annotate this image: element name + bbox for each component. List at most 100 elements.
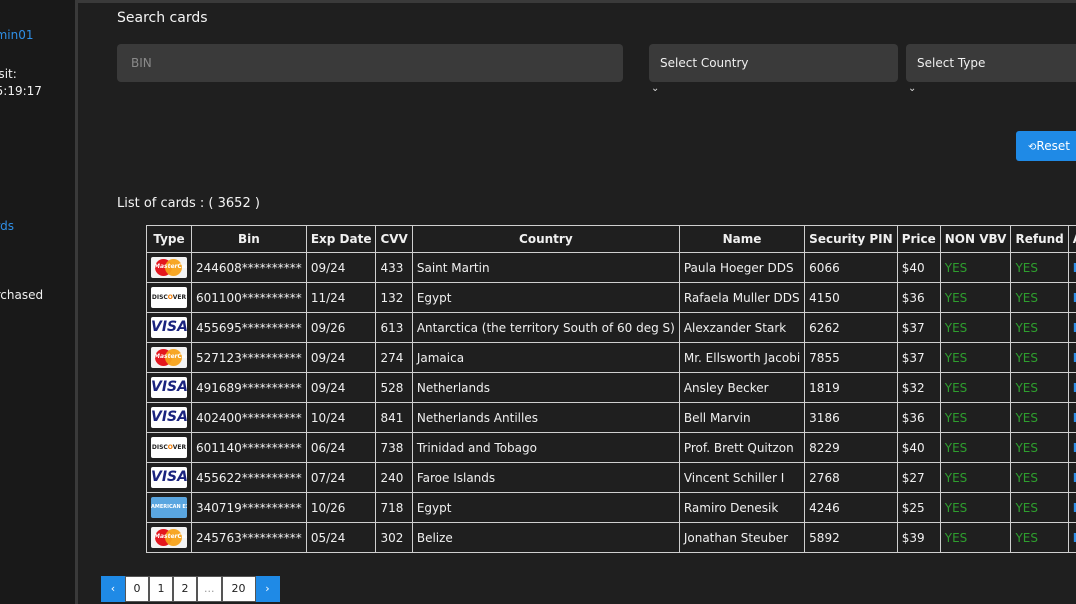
country-select[interactable]: Select Country — [649, 44, 898, 82]
card-price: $27 — [896, 462, 941, 493]
table-row: DISCOVER 601100********** 11/24 132 Egypt Raf… — [146, 282, 1076, 313]
page-button[interactable]: 0 — [125, 576, 149, 602]
card-bin: 527123********** — [191, 342, 307, 373]
card-bin: 340719********** — [191, 492, 307, 523]
buy-button[interactable]: Buy & — [1067, 462, 1076, 493]
column-header: NON VBV — [939, 225, 1012, 253]
card-country: Netherlands — [411, 372, 680, 403]
buy-button[interactable]: Buy & — [1067, 372, 1076, 403]
card-cvv: 613 — [375, 312, 413, 343]
buy-button[interactable]: Buy & — [1067, 312, 1076, 343]
table-row: VISA 455695********** 09/26 613 Antarctica (… — [146, 312, 1076, 343]
card-exp-date: 09/24 — [305, 252, 377, 283]
card-holder-name: Paula Hoeger DDS — [678, 252, 806, 283]
mastercard-logo-icon: MasterCard — [151, 527, 187, 548]
buy-button[interactable]: Buy & — [1067, 402, 1076, 433]
list-title: List of cards : ( 3652 ) — [117, 196, 260, 211]
card-price: $40 — [896, 252, 941, 283]
card-holder-name: Rafaela Muller DDS — [678, 282, 806, 313]
sidebar-username[interactable]: dmin01 — [0, 28, 34, 42]
chevron-down-icon: ⌄ — [651, 83, 660, 94]
visa-logo-icon: VISA — [151, 467, 187, 488]
card-refund: YES — [1010, 522, 1069, 553]
buy-button[interactable]: Buy & — [1067, 342, 1076, 373]
card-bin: 601140********** — [191, 432, 307, 463]
search-title: Search cards — [117, 10, 208, 26]
table-row: VISA 455622********** 07/24 240 Faroe Island… — [146, 462, 1076, 493]
discover-logo-icon: DISCOVER — [151, 437, 187, 458]
column-header: CVV — [375, 225, 413, 253]
buy-button[interactable]: Buy & — [1067, 492, 1076, 523]
card-refund: YES — [1010, 252, 1069, 283]
page-button[interactable]: 20 — [221, 576, 256, 602]
card-cvv: 132 — [375, 282, 413, 313]
card-type-cell: VISA — [146, 402, 192, 433]
card-security-pin: 1819 — [804, 372, 898, 403]
reset-button[interactable]: ⟲Reset — [1016, 131, 1076, 161]
card-refund: YES — [1010, 462, 1069, 493]
card-bin: 402400********** — [191, 402, 307, 433]
sidebar-item-purchased[interactable]: urchased — [0, 288, 43, 302]
table-header-row: Type Bin Exp Date CVV Country Name Security PI… — [146, 225, 1076, 253]
card-price: $37 — [896, 312, 941, 343]
column-header: Name — [678, 225, 806, 253]
card-holder-name: Vincent Schiller I — [678, 462, 806, 493]
main-content: Search cards Select Country ⌄ Select Typ… — [78, 3, 1076, 604]
sidebar: dmin01 visit: 05:19:17 ards urchased e — [0, 0, 75, 604]
card-nonvbv: YES — [939, 342, 1012, 373]
card-price: $37 — [896, 342, 941, 373]
buy-button[interactable]: Buy & — [1067, 282, 1076, 313]
next-page-button[interactable]: › — [255, 576, 280, 602]
mastercard-logo-icon: MasterCard — [151, 347, 187, 368]
buy-button[interactable]: Buy & — [1067, 252, 1076, 283]
card-country: Faroe Islands — [411, 462, 680, 493]
card-nonvbv: YES — [939, 432, 1012, 463]
card-nonvbv: YES — [939, 372, 1012, 403]
card-type-cell: DISCOVER — [146, 282, 192, 313]
card-cvv: 274 — [375, 342, 413, 373]
table-row: AMERICAN EXPRESS340719**********10/26718… — [146, 492, 1076, 523]
card-cvv: 302 — [375, 522, 413, 553]
card-security-pin: 6066 — [804, 252, 898, 283]
card-type-cell: MasterCard — [146, 252, 192, 283]
card-type-cell: VISA — [146, 312, 192, 343]
card-refund: YES — [1010, 372, 1069, 403]
card-security-pin: 5892 — [804, 522, 898, 553]
chevron-down-icon: ⌄ — [908, 83, 917, 94]
type-select[interactable]: Select Type — [906, 44, 1076, 82]
card-price: $40 — [896, 432, 941, 463]
country-select-label: Select Country — [660, 56, 749, 70]
card-refund: YES — [1010, 312, 1069, 343]
card-price: $25 — [896, 492, 941, 523]
table-body: MasterCard244608**********09/24433Saint … — [146, 252, 1076, 553]
card-type-cell: MasterCard — [146, 342, 192, 373]
card-country: Egypt — [411, 282, 680, 313]
page-button[interactable]: 1 — [149, 576, 173, 602]
card-exp-date: 07/24 — [305, 462, 377, 493]
card-bin: 601100********** — [191, 282, 307, 313]
card-nonvbv: YES — [939, 492, 1012, 523]
discover-logo-icon: DISCOVER — [151, 287, 187, 308]
card-security-pin: 7855 — [804, 342, 898, 373]
sidebar-item-cards[interactable]: ards — [0, 219, 14, 233]
page-button[interactable]: 2 — [173, 576, 197, 602]
card-cvv: 528 — [375, 372, 413, 403]
card-exp-date: 10/24 — [305, 402, 377, 433]
card-security-pin: 2768 — [804, 462, 898, 493]
column-header: Country — [411, 225, 680, 253]
sidebar-visit-time: 05:19:17 — [0, 84, 42, 98]
list-title-prefix: List of cards : ( — [117, 196, 218, 211]
card-exp-date: 05/24 — [305, 522, 377, 553]
card-exp-date: 11/24 — [305, 282, 377, 313]
buy-button[interactable]: Buy & — [1067, 522, 1076, 553]
prev-page-button[interactable]: ‹ — [101, 576, 125, 602]
card-bin: 244608********** — [191, 252, 307, 283]
column-header: Type — [146, 225, 192, 253]
buy-button[interactable]: Buy & — [1067, 432, 1076, 463]
card-holder-name: Ansley Becker — [678, 372, 806, 403]
card-type-cell: AMERICAN EXPRESS — [146, 492, 192, 523]
pagination: ‹ 0 1 2 ... 20 › — [101, 576, 280, 602]
card-price: $32 — [896, 372, 941, 403]
bin-input[interactable] — [117, 44, 623, 82]
card-refund: YES — [1010, 432, 1069, 463]
